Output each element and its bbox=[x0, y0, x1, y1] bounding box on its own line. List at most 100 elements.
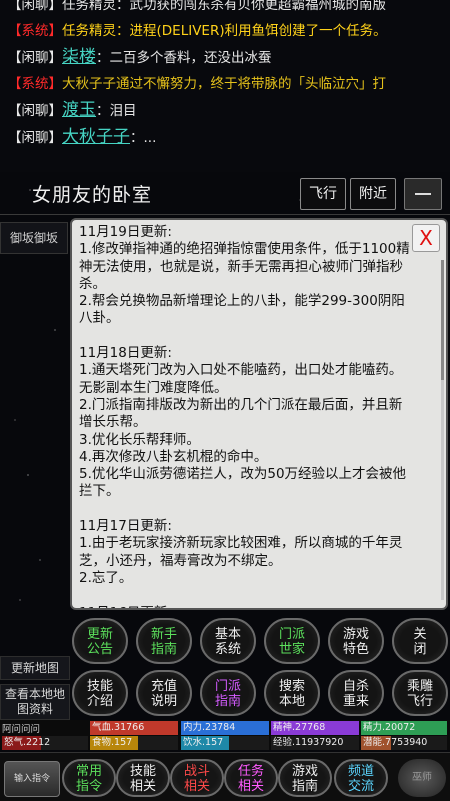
update-note-line: 11月18日更新: bbox=[79, 345, 172, 362]
update-note-line: 八卦。 bbox=[79, 310, 120, 327]
view-local-label-line1: 查看本地地 bbox=[4, 687, 65, 701]
logo-button[interactable]: 巫师 bbox=[398, 759, 446, 797]
update-note-line bbox=[79, 328, 429, 345]
nearby-button[interactable]: 附近 bbox=[350, 178, 396, 210]
button-label: 门派 bbox=[278, 627, 305, 642]
stat-bar: 经验.11937920 bbox=[271, 736, 359, 750]
status-bars: 阿问问问 气血.31766 内力.23784 精神.27768 精力.20072 怒气.… bbox=[0, 720, 450, 750]
button-label: 任务 bbox=[237, 764, 264, 779]
chat-text: ：... bbox=[130, 130, 157, 146]
menu-button-row2-2[interactable]: 门派 指南 bbox=[200, 670, 256, 716]
button-label: 游戏 bbox=[342, 627, 369, 642]
menu-icon bbox=[415, 193, 431, 195]
channel-tag: 【闲聊】 bbox=[8, 50, 62, 66]
button-label: 相关 bbox=[237, 779, 264, 794]
chat-speaker[interactable]: 渡玉 bbox=[62, 100, 96, 120]
function-grid: 更新 公告 新手 指南 基本 系统 门派 世家 游戏 特色关闭技能 介绍 充值 说明 门派 指南 搜索 本地 自杀… bbox=[70, 614, 450, 718]
chat-text: ：泪目 bbox=[96, 103, 137, 119]
button-label: 关 bbox=[413, 627, 427, 642]
chat-log[interactable]: 【闲聊】任务精灵：武功获的闯东杀有贝你更超霸福州城的南版 【系统】任务精灵：进程… bbox=[0, 0, 450, 172]
channel-tag: 【系统】 bbox=[8, 23, 62, 39]
stat-label: 内力.23784 bbox=[183, 722, 236, 733]
update-note-line: 2.帮会兑换物品新增理论上的八卦，能学299-300阴阳 bbox=[79, 293, 405, 310]
refresh-map-button[interactable]: 更新地图 bbox=[0, 656, 70, 680]
nav-button-3[interactable]: 任务 相关 bbox=[224, 759, 278, 797]
nav-button-0[interactable]: 常用 指令 bbox=[62, 759, 116, 797]
update-note-line: 1.由于老玩家接济新玩家比较困难，所以商城的千年灵 bbox=[79, 535, 403, 552]
nav-button-4[interactable]: 游戏 指南 bbox=[278, 759, 332, 797]
update-note-line: 11月16日更新: bbox=[79, 605, 429, 608]
chat-text: 大秋子子通过不懈努力，终于将带脉的「头临泣穴」打 bbox=[62, 76, 386, 92]
fly-button[interactable]: 飞行 bbox=[300, 178, 346, 210]
stat-label: 气血.31766 bbox=[92, 722, 145, 733]
room-title: 女朋友的卧室 bbox=[32, 184, 153, 206]
menu-button-row1-5[interactable]: 关闭 bbox=[392, 618, 448, 664]
stat-bar: 食物.157 bbox=[90, 736, 178, 750]
stat-bar: 怒气.2212 bbox=[2, 736, 88, 750]
chat-line: 【闲聊】柒楼：二百多个香料，还没出冰蚕 bbox=[8, 44, 272, 70]
chat-speaker[interactable]: 大秋子子 bbox=[62, 127, 130, 147]
menu-button-row1-3[interactable]: 门派 世家 bbox=[264, 618, 320, 664]
stat-label: 精力.20072 bbox=[363, 722, 416, 733]
stat-bar: 饮水.157 bbox=[181, 736, 269, 750]
update-note-line: 11月17日更新: bbox=[79, 518, 172, 535]
nav-button-2[interactable]: 战斗 相关 bbox=[170, 759, 224, 797]
stat-bar: 精力.20072 bbox=[361, 721, 447, 735]
player-name-button[interactable]: 御坂御坂 bbox=[0, 222, 68, 254]
button-label: 指令 bbox=[75, 779, 102, 794]
update-note-line: 11月19日更新: bbox=[79, 224, 172, 240]
button-label: 更新 bbox=[86, 627, 113, 642]
menu-button-row2-0[interactable]: 技能 介绍 bbox=[72, 670, 128, 716]
menu-button-row2-4[interactable]: 自杀 重来 bbox=[328, 670, 384, 716]
button-label: 相关 bbox=[129, 779, 156, 794]
menu-button-row2-1[interactable]: 充值 说明 bbox=[136, 670, 192, 716]
button-label: 说明 bbox=[150, 694, 177, 709]
update-note-line bbox=[79, 587, 429, 604]
button-label: 基本 bbox=[214, 627, 241, 642]
chat-line: 【闲聊】大秋子子：... bbox=[8, 124, 156, 150]
menu-button-row1-2[interactable]: 基本 系统 bbox=[200, 618, 256, 664]
channel-tag: 【系统】 bbox=[8, 76, 62, 92]
button-label: 游戏 bbox=[291, 764, 318, 779]
input-command-button[interactable]: 输入指令 bbox=[4, 761, 60, 797]
stat-bar: 内力.23784 bbox=[181, 721, 269, 735]
chat-line: 【闲聊】任务精灵：武功获的闯东杀有贝你更超霸福州城的南版 bbox=[8, 0, 386, 18]
update-note-line: 拦下。 bbox=[79, 483, 120, 500]
close-button[interactable]: X bbox=[412, 224, 440, 252]
update-note-line: 1.通天塔死门改为入口处不能嗑药，出口处才能嗑药。 bbox=[79, 362, 403, 379]
update-note-line: 神无法使用，也就是说，新手无需再担心被师门弹指秒 bbox=[79, 258, 403, 275]
menu-button[interactable] bbox=[404, 178, 442, 210]
stat-label: 食物.157 bbox=[92, 737, 133, 748]
location-header: 女朋友的卧室 飞行 附近 bbox=[0, 174, 450, 216]
chat-text: ：二百多个香料，还没出冰蚕 bbox=[96, 50, 272, 66]
menu-button-row2-3[interactable]: 搜索 本地 bbox=[264, 670, 320, 716]
stat-bar: 气血.31766 bbox=[90, 721, 178, 735]
button-label: 搜索 bbox=[278, 679, 305, 694]
button-label: 系统 bbox=[214, 642, 241, 657]
menu-button-row1-1[interactable]: 新手 指南 bbox=[136, 618, 192, 664]
button-label: 本地 bbox=[278, 694, 305, 709]
menu-button-row1-4[interactable]: 游戏 特色 bbox=[328, 618, 384, 664]
update-note-line: 杀。 bbox=[79, 275, 106, 292]
chat-speaker[interactable]: 柒楼 bbox=[62, 47, 96, 67]
button-label: 指南 bbox=[214, 694, 241, 709]
update-note-line: 5.优化华山派劳德诺拦人，改为50万经验以上才会被他 bbox=[79, 466, 407, 483]
button-label: 常用 bbox=[75, 764, 102, 779]
update-notes-panel[interactable]: 11月19日更新: 1.修改弹指神通的绝招弹指惊雷使用条件，低于1100精 神无法使… bbox=[70, 218, 448, 610]
update-note-line: 芝，小还丹，福寿膏改为不绑定。 bbox=[79, 552, 282, 569]
menu-button-row2-5[interactable]: 乘雕 飞行 bbox=[392, 670, 448, 716]
chat-speaker[interactable]: 任务精灵 bbox=[62, 0, 116, 13]
nav-button-1[interactable]: 技能 相关 bbox=[116, 759, 170, 797]
chat-line: 【系统】任务精灵：进程(DELIVER)利用鱼饵创建了一个任务。 bbox=[8, 18, 387, 44]
nav-button-5[interactable]: 频道 交流 bbox=[334, 759, 388, 797]
button-label: 指南 bbox=[291, 779, 318, 794]
button-label: 技能 bbox=[129, 764, 156, 779]
view-local-map-button[interactable]: 查看本地地 图资料 bbox=[0, 684, 70, 720]
scrollbar-thumb[interactable] bbox=[441, 260, 444, 380]
update-note-line: 无影副本生门难度降低。 bbox=[79, 379, 228, 396]
update-notes-text: 11月19日更新: 1.修改弹指神通的绝招弹指惊雷使用条件，低于1100精 神无法使… bbox=[79, 224, 429, 608]
stat-bar: 精神.27768 bbox=[271, 721, 359, 735]
stat-label: 精神.27768 bbox=[273, 722, 326, 733]
menu-button-row1-0[interactable]: 更新 公告 bbox=[72, 618, 128, 664]
chat-text: 任务精灵：进程(DELIVER)利用鱼饵创建了一个任务。 bbox=[62, 23, 387, 39]
